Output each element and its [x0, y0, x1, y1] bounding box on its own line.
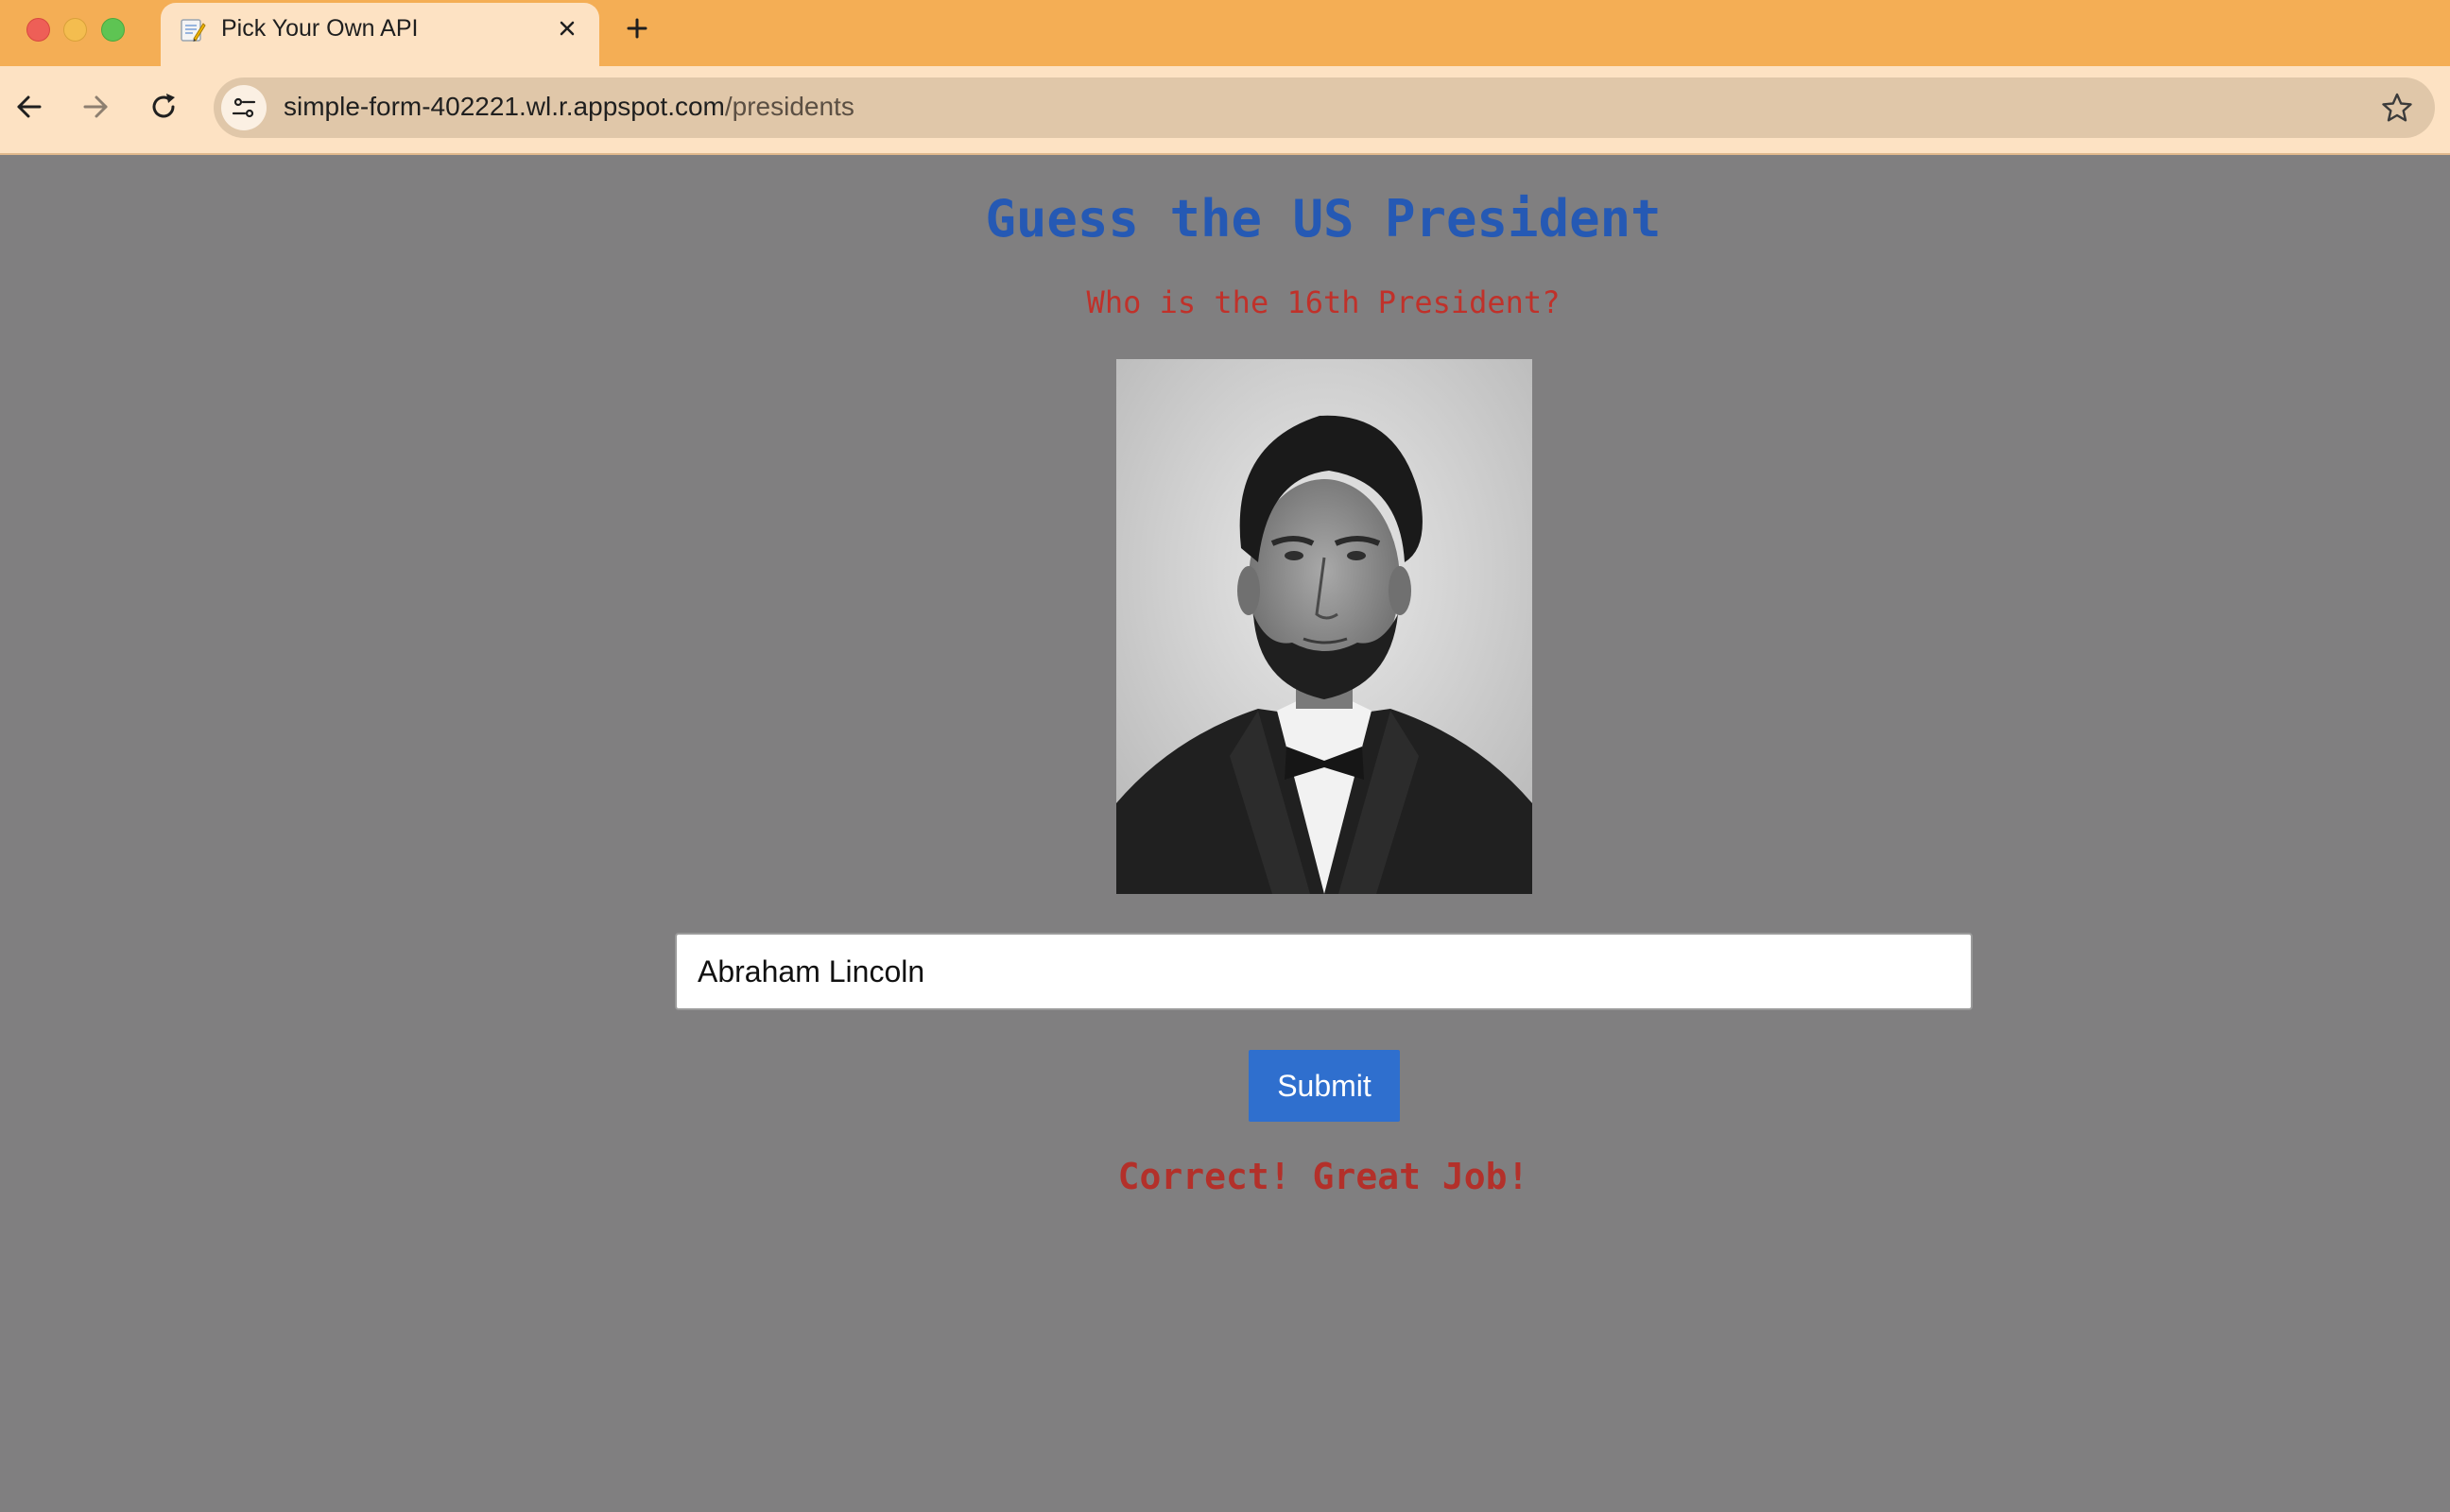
- window-minimize-button[interactable]: [63, 18, 87, 42]
- site-settings-icon: [232, 97, 256, 118]
- feedback-message: Correct! Great Job!: [1117, 1156, 1529, 1197]
- browser-tab-active[interactable]: Pick Your Own API: [161, 3, 599, 66]
- new-tab-plus-icon[interactable]: [620, 11, 654, 45]
- url-domain: simple-form-402221.wl.r.appspot.com: [284, 92, 725, 121]
- president-portrait-image: [1116, 359, 1532, 894]
- memo-icon: [181, 19, 206, 42]
- tab-title: Pick Your Own API: [221, 15, 419, 42]
- close-tab-icon[interactable]: [552, 13, 582, 43]
- browser-tab-strip: Pick Your Own API: [0, 0, 2450, 66]
- address-bar[interactable]: simple-form-402221.wl.r.appspot.com/pres…: [214, 77, 2435, 138]
- answer-input[interactable]: [675, 933, 1973, 1010]
- url-path: /presidents: [724, 92, 854, 121]
- question-text: Who is the 16th President?: [1086, 284, 1561, 320]
- url-text: simple-form-402221.wl.r.appspot.com/pres…: [284, 92, 854, 122]
- site-info-button[interactable]: [221, 85, 267, 130]
- back-arrow-icon[interactable]: [11, 89, 47, 125]
- forward-arrow-icon[interactable]: [78, 89, 113, 125]
- window-zoom-button[interactable]: [101, 18, 125, 42]
- bookmark-star-icon[interactable]: [2380, 91, 2414, 125]
- submit-button[interactable]: Submit: [1249, 1050, 1400, 1122]
- page-content: Guess the US President Who is the 16th P…: [0, 155, 2450, 1512]
- browser-toolbar: simple-form-402221.wl.r.appspot.com/pres…: [0, 66, 2450, 155]
- window-close-button[interactable]: [26, 18, 50, 42]
- page-title: Guess the US President: [985, 189, 1662, 249]
- reload-icon[interactable]: [146, 89, 181, 125]
